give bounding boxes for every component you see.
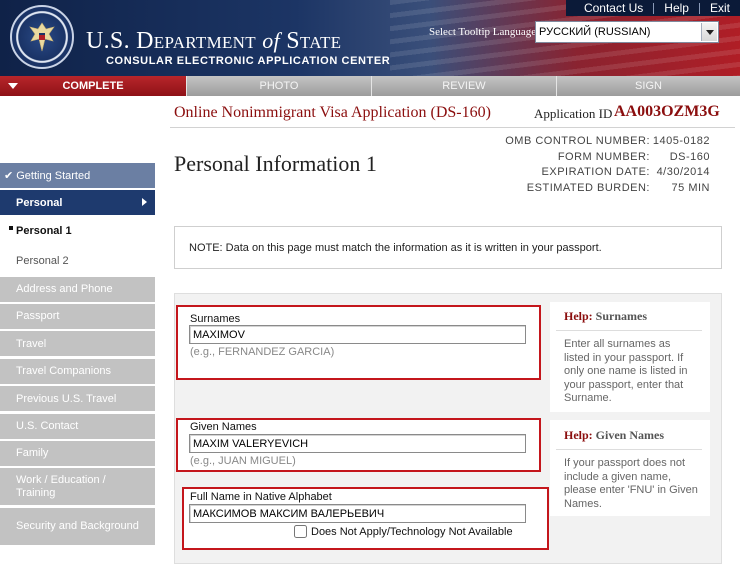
help-word: Help: <box>564 309 593 323</box>
tooltip-language-label: Select Tooltip Language <box>429 26 537 38</box>
does-not-apply-checkbox[interactable] <box>294 525 307 538</box>
help-topic: Given Names <box>595 428 664 442</box>
omb-key: ESTIMATED BURDEN: <box>526 181 650 194</box>
omb-key: FORM NUMBER: <box>557 150 650 163</box>
help-given-names-title: Help: Given Names <box>564 428 664 443</box>
sidebar-item-address-phone[interactable]: Address and Phone <box>0 276 155 302</box>
help-divider <box>556 330 702 331</box>
progress-step-photo[interactable]: PHOTO <box>186 76 371 96</box>
progress-step-review[interactable]: REVIEW <box>371 76 556 96</box>
omb-value: DS-160 <box>669 150 710 163</box>
application-progress-bar: COMPLETE PHOTO REVIEW SIGN <box>0 76 740 96</box>
page-title: Personal Information 1 <box>174 151 377 176</box>
progress-step-sign[interactable]: SIGN <box>556 76 740 96</box>
progress-step-label: PHOTO <box>259 80 299 92</box>
sidebar-item-label: Family <box>16 447 49 460</box>
does-not-apply-option: Does Not Apply/Technology Not Available <box>294 525 513 538</box>
sidebar-item-security-background[interactable]: Security and Background <box>0 507 155 545</box>
progress-step-label: REVIEW <box>442 80 486 92</box>
sidebar-item-family[interactable]: Family <box>0 440 155 466</box>
surnames-hint: (e.g., FERNANDEZ GARCIA) <box>190 346 335 358</box>
sidebar-item-label: Work / Education / Training <box>16 473 106 499</box>
chevron-right-icon <box>142 198 147 207</box>
tooltip-language-select[interactable]: РУССКИЙ (RUSSIAN) <box>535 21 719 43</box>
sidebar-item-label: Personal 2 <box>16 254 69 267</box>
sidebar-item-label: Address and Phone <box>16 283 113 296</box>
omb-row: FORM NUMBER: DS-160 <box>480 150 710 166</box>
surnames-input[interactable] <box>189 325 526 344</box>
progress-step-complete[interactable]: COMPLETE <box>0 76 186 96</box>
top-links-bar: Contact Us Help Exit <box>565 0 740 16</box>
chevron-down-icon[interactable] <box>701 23 717 41</box>
native-name-label: Full Name in Native Alphabet <box>190 491 332 503</box>
sidebar-item-previous-us-travel[interactable]: Previous U.S. Travel <box>0 386 155 412</box>
help-surnames-text: Enter all surnames as listed in your pas… <box>564 338 688 405</box>
site-header: U.S. Department of State CONSULAR ELECTR… <box>0 0 740 76</box>
eagle-icon <box>29 22 55 52</box>
help-divider <box>556 449 702 450</box>
sidebar-item-us-contact[interactable]: U.S. Contact <box>0 413 155 439</box>
help-word: Help: <box>564 428 593 442</box>
subagency-title: CONSULAR ELECTRONIC APPLICATION CENTER <box>106 55 391 67</box>
sidebar-item-travel-companions[interactable]: Travel Companions <box>0 358 155 384</box>
sidebar-item-getting-started[interactable]: ✔ Getting Started <box>0 163 155 188</box>
help-surnames-title: Help: Surnames <box>564 309 647 324</box>
sidebar-nav: ✔ Getting Started Personal Personal 1 Pe… <box>0 163 155 547</box>
checkmark-icon: ✔ <box>4 170 14 182</box>
exit-link[interactable]: Exit <box>700 0 740 16</box>
omb-value: 1405-0182 <box>652 135 710 147</box>
agency-title-suffix: State <box>286 28 342 54</box>
sidebar-item-label: Personal <box>16 196 63 209</box>
omb-row: ESTIMATED BURDEN: 75 MIN <box>480 181 710 197</box>
sidebar-item-label: Personal 1 <box>16 225 72 238</box>
does-not-apply-label: Does Not Apply/Technology Not Available <box>311 525 513 538</box>
progress-step-label: COMPLETE <box>62 80 124 92</box>
sidebar-item-passport[interactable]: Passport <box>0 303 155 329</box>
given-names-label: Given Names <box>190 421 257 433</box>
omb-row: EXPIRATION DATE: 4/30/2014 <box>480 165 710 181</box>
header-divider <box>170 127 735 128</box>
agency-title: U.S. Department of State <box>86 28 341 55</box>
caret-down-icon <box>8 83 18 89</box>
help-topic: Surnames <box>595 309 648 323</box>
agency-title-prefix: U.S. Department <box>86 28 256 54</box>
omb-key: EXPIRATION DATE: <box>541 166 650 178</box>
sidebar-item-label: Travel <box>16 337 47 350</box>
sidebar-item-work-education[interactable]: Work / Education / Training <box>0 468 155 506</box>
given-names-input[interactable] <box>189 434 526 453</box>
sidebar-item-personal[interactable]: Personal <box>0 190 155 216</box>
department-seal-icon <box>10 5 74 69</box>
sidebar-item-label: Security and Background <box>16 519 139 532</box>
omb-key: OMB CONTROL NUMBER: <box>505 135 650 147</box>
application-id-value: AA003OZM3G <box>614 103 720 120</box>
sidebar-item-label: U.S. Contact <box>16 420 79 433</box>
surnames-label: Surnames <box>190 313 241 325</box>
sidebar-item-personal-2[interactable]: Personal 2 <box>0 247 155 275</box>
application-title: Online Nonimmigrant Visa Application (DS… <box>174 104 491 121</box>
omb-info: OMB CONTROL NUMBER: 1405-0182 FORM NUMBE… <box>480 134 710 196</box>
passport-match-note: NOTE: Data on this page must match the i… <box>174 226 722 269</box>
omb-value: 75 MIN <box>671 181 710 194</box>
sidebar-item-label: Getting Started <box>16 169 91 182</box>
bullet-icon <box>9 225 13 230</box>
sidebar-item-label: Passport <box>16 310 60 323</box>
sidebar-item-label: Previous U.S. Travel <box>16 392 117 405</box>
tooltip-language-value: РУССКИЙ (RUSSIAN) <box>539 26 651 38</box>
omb-value: 4/30/2014 <box>656 166 710 178</box>
progress-step-label: SIGN <box>635 80 662 92</box>
contact-us-link[interactable]: Contact Us <box>574 0 653 16</box>
native-name-input[interactable] <box>189 504 526 523</box>
given-names-hint: (e.g., JUAN MIGUEL) <box>190 455 296 467</box>
sidebar-item-label: Travel Companions <box>16 365 111 378</box>
help-link[interactable]: Help <box>654 0 699 16</box>
agency-title-of: of <box>262 28 280 53</box>
omb-row: OMB CONTROL NUMBER: 1405-0182 <box>480 134 710 150</box>
sidebar-item-travel[interactable]: Travel <box>0 331 155 357</box>
application-id-label: Application ID <box>534 106 613 121</box>
help-given-names-text: If your passport does not include a give… <box>564 457 698 510</box>
sidebar-item-personal-1[interactable]: Personal 1 <box>0 217 155 245</box>
